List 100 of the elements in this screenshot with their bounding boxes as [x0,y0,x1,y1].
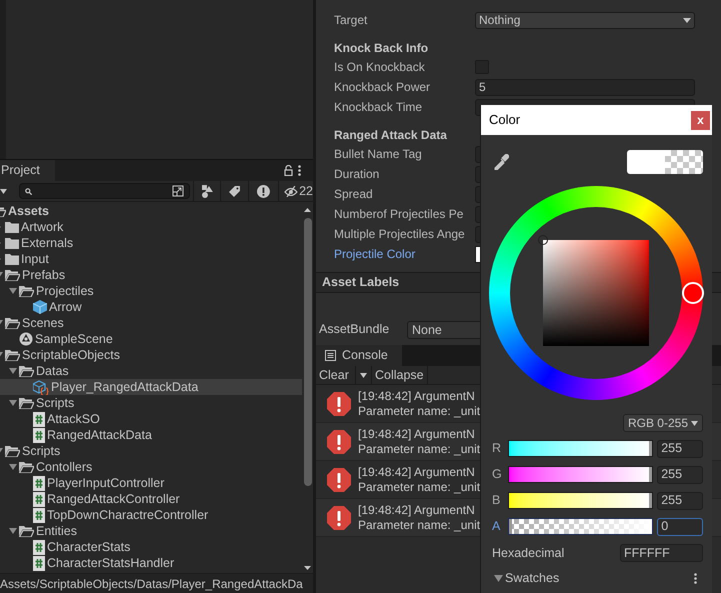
tree-item[interactable]: Contollers [0,459,302,475]
slider-thumb[interactable] [508,519,512,534]
dropdown[interactable]: Nothing [475,12,695,28]
more-options-icon[interactable] [694,572,697,584]
tree-item[interactable]: Scenes [0,315,302,331]
slider-thumb[interactable] [649,441,652,456]
tree-item[interactable]: Scripts [0,395,302,411]
tree-item[interactable]: Input [0,251,302,267]
expand-arrow-icon [9,400,17,406]
tree-item[interactable]: Scripts [0,443,302,459]
color-slider[interactable] [508,466,654,483]
open-folder-icon [19,285,34,297]
channel-label: B [492,492,502,510]
tree-item[interactable]: TopDownCharactreController [0,507,302,523]
hex-input-field[interactable]: FFFFFF [620,544,703,562]
tree-item[interactable]: RangedAttackData [0,427,302,443]
color-knob[interactable] [538,235,548,245]
expand-window-icon[interactable] [172,185,184,197]
hidden-count: 22 [299,182,313,200]
script-file-icon [33,540,45,554]
tree-item[interactable]: Externals [0,235,302,251]
warning-filter-icon[interactable] [257,184,270,198]
expand-arrow-icon [9,368,17,374]
hidden-eye-icon[interactable] [284,186,298,196]
slider-thumb[interactable] [649,467,652,482]
folder-icon [5,221,19,233]
tree-item[interactable]: Player_RangedAttackData [0,379,302,395]
tree-item[interactable]: Entities [0,523,302,539]
caret-down-icon[interactable] [0,188,7,194]
color-slider[interactable] [508,518,654,535]
project-tab[interactable]: Project [0,160,55,181]
value-input-field[interactable]: 0 [657,518,703,536]
expand-arrow-icon [9,464,17,470]
log-message: Parameter name: _unit [358,404,480,418]
more-options-icon[interactable] [298,165,301,176]
lock-icon[interactable] [284,165,293,176]
close-button[interactable]: x [691,110,710,130]
scrollbar-thumb[interactable] [304,218,312,486]
eyedropper-icon[interactable] [493,154,509,170]
scene-icon [19,332,33,346]
number-field[interactable]: 5 [475,78,695,96]
section-header: Knock Back Info [334,40,430,57]
tree-item[interactable]: RangedAttackController [0,491,302,507]
tree-item[interactable]: ScriptableObjects [0,347,302,363]
script-file-icon [33,412,45,426]
log-message: Parameter name: _unit [358,442,480,456]
open-folder-icon [5,445,20,457]
tree-item[interactable]: Artwork [0,219,302,235]
cube-icon [33,300,47,314]
tree-item[interactable]: CharacterStatsHandler [0,555,302,571]
log-message: [19:48:42] ArgumentN [358,464,476,480]
open-folder-icon [19,365,34,377]
collapse-button[interactable]: Collapse [372,366,428,384]
color-slider[interactable] [508,440,654,457]
field-label: Duration [334,166,380,183]
script-file-icon [33,428,45,442]
section-header[interactable]: Asset Labels [322,273,400,292]
open-folder-icon [5,317,20,329]
shapes-icon[interactable] [200,184,214,198]
error-icon [326,428,352,454]
search-field[interactable] [18,183,190,199]
tree-item[interactable]: PlayerInputController [0,475,302,491]
value-input-field[interactable]: 255 [657,440,703,458]
tag-icon[interactable] [229,186,240,196]
field-label: AssetBundle [319,321,390,338]
console-tab[interactable]: Console [316,345,402,366]
value-input-field[interactable]: 255 [657,492,703,510]
slider-thumb[interactable] [649,493,652,508]
tree-item[interactable]: Projectiles [0,283,302,299]
open-folder-icon [5,349,20,361]
search-icon [24,188,32,194]
tree-item[interactable]: Assets [0,203,302,219]
tree-item[interactable]: AttackSO [0,411,302,427]
color-mode-dropdown[interactable]: RGB 0-255 [622,414,703,432]
open-folder-icon [19,461,34,473]
tree-item[interactable]: Datas [0,363,302,379]
tree-item[interactable]: SampleScene [0,331,302,347]
color-slider[interactable] [508,492,654,509]
scroll-up-icon[interactable] [304,208,311,212]
folder-icon [5,253,19,265]
window-title: Color [489,111,520,130]
field-label: Hexadecimal [492,545,564,562]
tree-item[interactable]: Arrow [0,299,302,315]
scriptable-object-icon [33,380,49,394]
swatches-foldout[interactable]: Swatches [494,568,560,588]
open-folder-icon [19,525,34,537]
error-icon [326,504,352,530]
tree-item[interactable]: CharacterStats [0,539,302,555]
script-file-icon [33,492,45,506]
log-message: [19:48:42] ArgumentN [358,388,476,404]
saturation-value-square[interactable] [543,240,649,346]
error-icon [326,390,352,416]
console-icon [325,350,336,361]
tree-item[interactable]: Prefabs [0,267,302,283]
field-label: Knockback Time [334,99,424,116]
scroll-down-icon[interactable] [304,566,311,570]
script-file-icon [33,476,45,490]
section-header: Ranged Attack Data [334,127,448,144]
clear-button[interactable]: Clear [316,366,356,384]
value-input-field[interactable]: 255 [657,466,703,484]
